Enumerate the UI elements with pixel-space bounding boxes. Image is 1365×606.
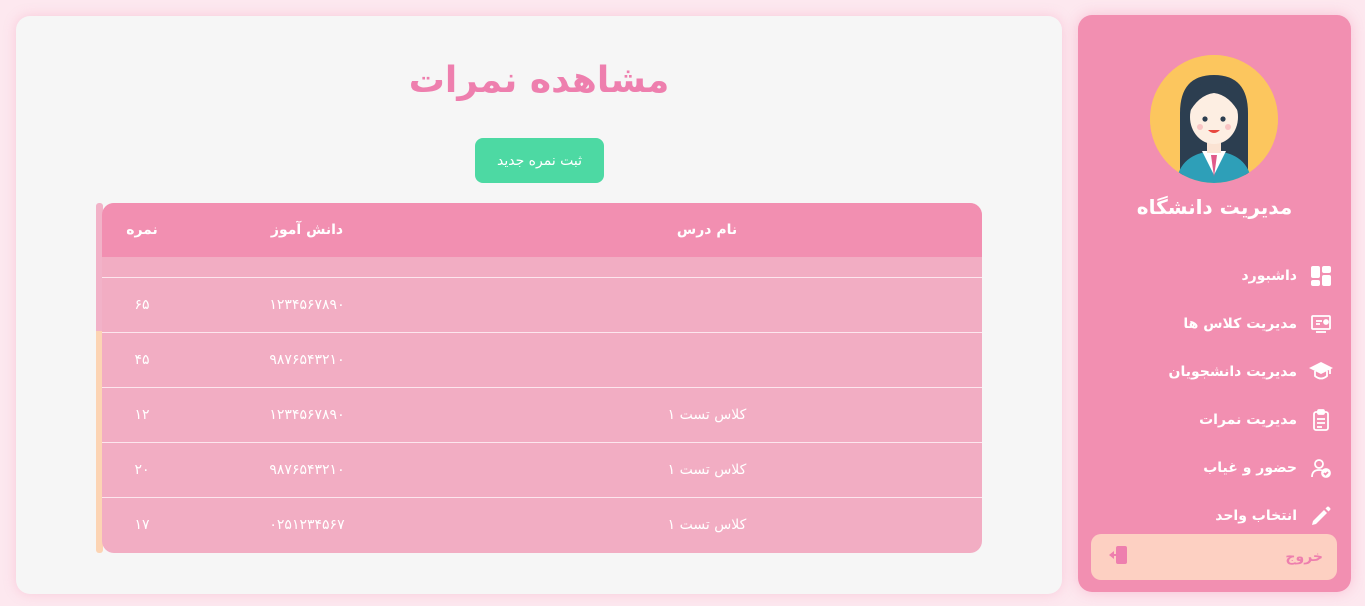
sidebar-item-label: حضور و غیاب (1203, 460, 1297, 476)
cell-student: ۰۲۵۱۲۳۴۵۶۷ (269, 516, 345, 533)
table-row[interactable]: ۱۲۳۴۵۶۷۸۹۰ ۶۵ (102, 277, 982, 332)
cell-course (432, 277, 982, 332)
main-panel: مشاهده نمرات ثبت نمره جدید نام درس دانش … (16, 16, 1062, 594)
cell-student: ۹۸۷۶۵۴۳۲۱۰ (269, 461, 345, 478)
avatar (1150, 55, 1278, 183)
header-grade: نمره (126, 222, 158, 238)
table-row[interactable]: کلاس تست ۱ ۹۸۷۶۵۴۳۲۱۰ ۲۰ (102, 442, 982, 497)
cell-course: کلاس تست ۱ (667, 461, 747, 478)
cell-student: ۱۲۳۴۵۶۷۸۹۰ (269, 406, 345, 423)
logout-label: خروج (1285, 549, 1323, 565)
clipboard-icon (1309, 408, 1333, 432)
user-check-icon (1309, 456, 1333, 480)
table-header-row: نام درس دانش آموز نمره (102, 203, 982, 257)
cell-grade: ۱۷ (134, 516, 150, 533)
header-student: دانش آموز (270, 222, 344, 238)
sidebar-item-label: داشبورد (1241, 268, 1298, 284)
sidebar-nav: داشبورد مدیریت کلاس ها مدیریت دانشجویان … (1093, 252, 1333, 540)
cell-course: کلاس تست ۱ (667, 406, 747, 423)
grades-table: نام درس دانش آموز نمره ۱۲۳۴۵۶۷۸۹۰ ۶۵ ۹۸۷… (102, 203, 982, 553)
sidebar-item-label: مدیریت کلاس ها (1183, 316, 1297, 332)
sidebar-item-label: مدیریت نمرات (1199, 412, 1297, 428)
girl-avatar-icon (1150, 55, 1278, 183)
pencil-icon (1309, 504, 1333, 528)
cell-course (432, 332, 982, 387)
sidebar: مدیریت دانشگاه داشبورد مدیریت کلاس ها مد… (1078, 15, 1351, 592)
cell-student: ۹۸۷۶۵۴۳۲۱۰ (269, 351, 345, 368)
brand-title: مدیریت دانشگاه (1136, 195, 1293, 219)
sidebar-item-attendance[interactable]: حضور و غیاب (1093, 444, 1333, 492)
sidebar-item-label: مدیریت دانشجویان (1168, 364, 1298, 380)
sidebar-item-grades[interactable]: مدیریت نمرات (1093, 396, 1333, 444)
sidebar-item-label: انتخاب واحد (1215, 508, 1297, 524)
header-course: نام درس (676, 222, 738, 238)
cell-grade: ۱۲ (134, 406, 150, 423)
table-row[interactable]: کلاس تست ۱ ۰۲۵۱۲۳۴۵۶۷ ۱۷ (102, 497, 982, 552)
table-spacer-row (102, 257, 982, 277)
table-row[interactable]: کلاس تست ۱ ۱۲۳۴۵۶۷۸۹۰ ۱۲ (102, 387, 982, 442)
add-grade-button[interactable]: ثبت نمره جدید (475, 138, 604, 183)
sidebar-item-students[interactable]: مدیریت دانشجویان (1093, 348, 1333, 396)
cell-grade: ۲۰ (134, 461, 150, 478)
cell-course: کلاس تست ۱ (667, 516, 747, 533)
page-title: مشاهده نمرات (408, 60, 670, 101)
dashboard-icon (1309, 264, 1333, 288)
cell-grade: ۴۵ (134, 351, 150, 368)
cell-student: ۱۲۳۴۵۶۷۸۹۰ (269, 296, 345, 313)
sidebar-item-classes[interactable]: مدیریت کلاس ها (1093, 300, 1333, 348)
classroom-icon (1309, 312, 1333, 336)
sidebar-item-dashboard[interactable]: داشبورد (1093, 252, 1333, 300)
cell-grade: ۶۵ (134, 296, 150, 313)
logout-button[interactable]: خروج (1091, 534, 1337, 580)
table-row[interactable]: ۹۸۷۶۵۴۳۲۱۰ ۴۵ (102, 332, 982, 387)
logout-icon (1107, 544, 1129, 570)
graduate-icon (1309, 360, 1333, 384)
sidebar-item-enrollment[interactable]: انتخاب واحد (1093, 492, 1333, 540)
